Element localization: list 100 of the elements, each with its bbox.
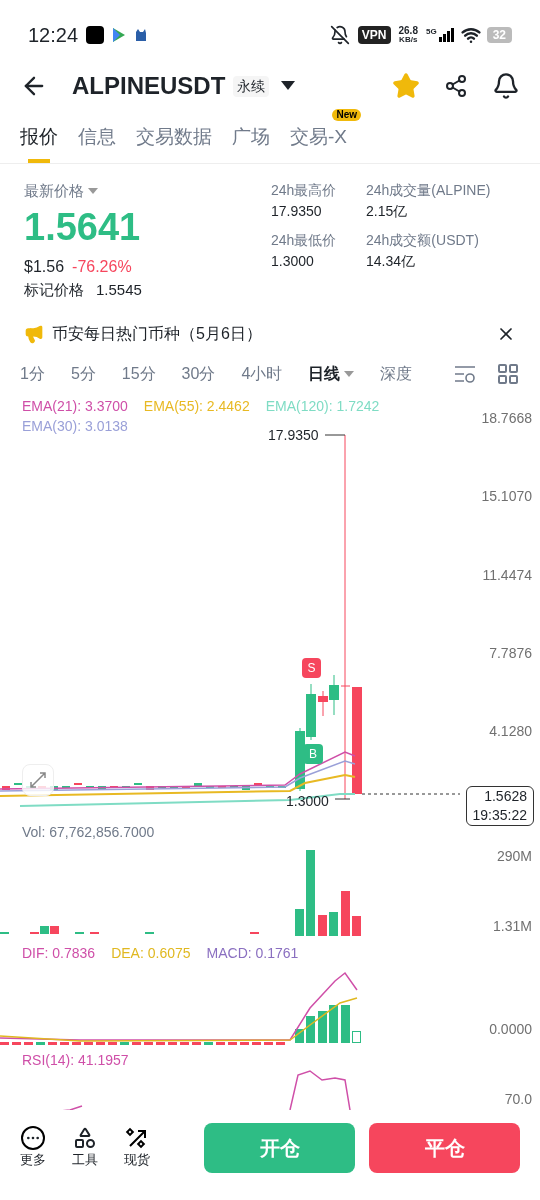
macd-bar <box>306 1016 315 1043</box>
interval-tab[interactable]: 15分 <box>121 362 156 386</box>
expand-icon <box>29 771 47 789</box>
symbol-title: ALPINEUSDT <box>72 71 226 101</box>
macd-bar <box>120 1042 129 1045</box>
volume-bar <box>329 912 338 936</box>
interval-tab[interactable]: 日线 <box>308 362 355 386</box>
mark-price-label: 标记价格 <box>24 279 84 300</box>
macd-bar <box>12 1042 21 1045</box>
layout-grid-icon[interactable] <box>496 362 520 386</box>
vpn-badge: VPN <box>357 26 391 44</box>
toolbar-button[interactable]: 工具 <box>72 1126 98 1170</box>
signal-icon <box>438 28 455 42</box>
macd-bar <box>228 1042 237 1045</box>
macd-bar <box>329 1005 338 1043</box>
indicator-label: DIF: 0.7836 <box>22 944 96 963</box>
indicator-label: EMA(21): 3.3700 <box>22 397 128 416</box>
macd-bar <box>341 1005 350 1043</box>
close-position-button[interactable]: 平仓 <box>369 1123 520 1173</box>
macd-bar <box>144 1042 153 1045</box>
interval-tab[interactable]: 1分 <box>20 362 45 386</box>
high-marker-line <box>324 434 346 436</box>
toolbar-button[interactable]: 更多 <box>20 1126 46 1170</box>
macd-bar <box>72 1042 81 1045</box>
macd-bar <box>216 1042 225 1045</box>
macd-bar <box>318 1011 327 1043</box>
play-store-icon <box>112 27 127 43</box>
stat-label: 24h最高价 <box>271 181 338 200</box>
status-time: 12:24 <box>28 23 79 48</box>
caret-icon[interactable] <box>88 187 98 195</box>
tab[interactable]: 广场 <box>232 122 270 163</box>
shapes-icon <box>73 1126 97 1151</box>
volume-bar <box>318 915 327 936</box>
macd-bar <box>295 1029 304 1043</box>
notification-icon[interactable] <box>492 72 520 100</box>
caret-icon <box>344 370 355 378</box>
interval-tab[interactable]: 深度 <box>380 362 413 386</box>
stat-label: 24h成交量(ALPINE) <box>366 181 492 200</box>
indicator-label: EMA(55): 2.4462 <box>143 397 250 416</box>
macd-bar <box>84 1042 93 1045</box>
toolbar-button[interactable]: 现货 <box>124 1126 150 1170</box>
interval-tab[interactable]: 30分 <box>181 362 216 386</box>
indicator-label: EMA(30): 3.0138 <box>22 417 128 436</box>
percent-arrow-icon <box>125 1126 149 1151</box>
tab[interactable]: 交易数据 <box>136 122 212 163</box>
favorite-star-icon[interactable] <box>392 72 420 100</box>
network-speed: 26.8 <box>398 26 418 36</box>
volume-bar <box>341 891 350 936</box>
candle <box>2 786 10 790</box>
more-icon <box>21 1126 45 1151</box>
network-type: 5G <box>425 26 437 38</box>
macd-bar <box>240 1042 249 1045</box>
axis-label: 4.1280 <box>489 722 532 741</box>
new-badge: New <box>332 108 361 121</box>
stat-value: 1.3000 <box>271 252 315 271</box>
tab[interactable]: 交易-X <box>290 122 347 163</box>
low-price-label: 1.3000 <box>286 792 329 811</box>
megaphone-icon <box>24 324 44 344</box>
macd-bar <box>60 1042 69 1045</box>
macd-bar <box>156 1042 165 1045</box>
volume-bar <box>352 916 361 936</box>
indicator-settings-icon[interactable] <box>454 364 476 384</box>
interval-tab[interactable]: 4小时 <box>241 362 283 386</box>
macd-bar <box>192 1042 201 1045</box>
axis-label: 0.0000 <box>489 1020 532 1039</box>
tab[interactable]: 信息 <box>78 122 116 163</box>
macd-bar <box>0 1042 9 1045</box>
macd-bar <box>132 1042 141 1045</box>
price-tag: 1.5628 19:35:22 <box>465 786 534 826</box>
volume-label: Vol: 67,762,856.7000 <box>22 824 155 840</box>
sell-marker: S <box>302 658 321 678</box>
battery-indicator: 32 <box>486 27 512 43</box>
macd-bar <box>48 1042 57 1045</box>
macd-bar <box>108 1042 117 1045</box>
axis-label: 1.31M <box>493 917 532 936</box>
stat-label: 24h最低价 <box>271 231 338 250</box>
price-label: 最新价格 <box>24 181 84 201</box>
usd-price: $1.56 <box>24 256 65 277</box>
axis-label: 15.1070 <box>481 487 532 507</box>
open-position-button[interactable]: 开仓 <box>204 1123 355 1173</box>
network-speed-unit: KB/s <box>399 36 418 44</box>
stat-label: 24h成交额(USDT) <box>366 231 480 250</box>
macd-bar <box>204 1042 213 1045</box>
stat-value: 17.9350 <box>271 202 323 221</box>
macd-bar <box>36 1042 45 1045</box>
macd-bar <box>24 1042 33 1045</box>
macd-bar <box>276 1042 285 1045</box>
indicator-label: DEA: 0.6075 <box>111 944 191 963</box>
tab[interactable]: 报价 <box>20 122 58 163</box>
mute-icon <box>329 25 350 45</box>
fullscreen-button[interactable] <box>22 764 54 796</box>
wifi-icon <box>460 25 481 45</box>
price-change: -76.26% <box>72 256 132 277</box>
last-price: 1.5641 <box>24 204 142 250</box>
share-icon[interactable] <box>444 74 468 98</box>
axis-label: 290M <box>496 847 532 866</box>
dropdown-caret-icon[interactable] <box>281 81 296 91</box>
macd-bar <box>96 1042 105 1045</box>
macd-bar <box>352 1031 361 1043</box>
interval-tab[interactable]: 5分 <box>70 362 96 386</box>
